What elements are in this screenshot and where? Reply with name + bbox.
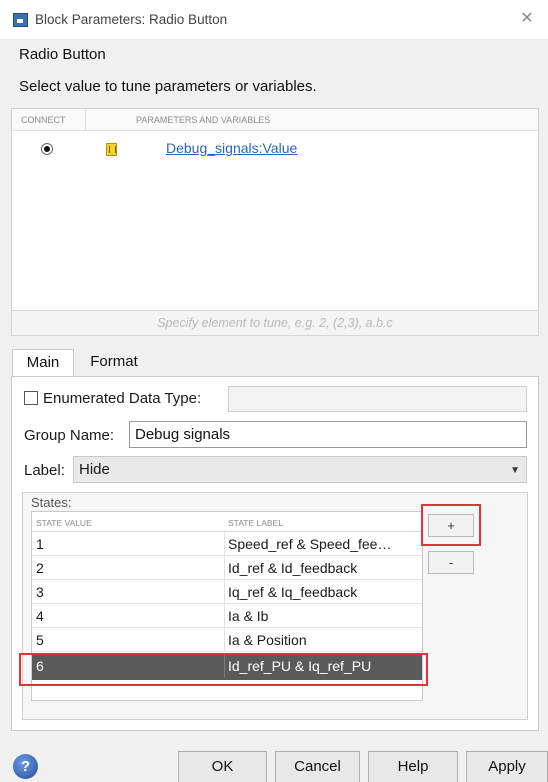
label-dropdown-value: Hide — [79, 461, 110, 478]
column-divider — [224, 580, 225, 604]
enumerated-data-type-field — [228, 386, 527, 412]
ok-button[interactable]: OK — [178, 751, 267, 782]
remove-state-button[interactable]: - — [428, 551, 474, 574]
group-name-label: Group Name: — [24, 427, 115, 444]
state-row[interactable]: 1 Speed_ref & Speed_fee… — [32, 532, 422, 556]
parameters-column-header: PARAMETERS AND VARIABLES — [136, 115, 271, 125]
parameters-list[interactable]: CONNECT PARAMETERS AND VARIABLES Debug_s… — [11, 108, 539, 311]
column-divider — [224, 532, 225, 556]
enumerated-data-type-label: Enumerated Data Type: — [43, 390, 202, 407]
title-bar: Block Parameters: Radio Button ✕ — [0, 0, 548, 40]
label-dropdown[interactable]: Hide ▼ — [73, 456, 527, 483]
label-label: Label: — [24, 462, 65, 479]
state-row[interactable]: 3 Iq_ref & Iq_feedback — [32, 580, 422, 604]
state-row[interactable]: 4 Ia & Ib — [32, 604, 422, 628]
simulink-app-icon — [13, 13, 28, 27]
apply-button[interactable]: Apply — [466, 751, 548, 782]
close-icon[interactable]: ✕ — [516, 8, 538, 30]
element-spec-input[interactable]: Specify element to tune, e.g. 2, (2,3), … — [11, 310, 539, 336]
column-divider — [224, 604, 225, 628]
state-value[interactable]: 2 — [36, 560, 44, 576]
column-divider — [224, 556, 225, 580]
state-row[interactable]: 2 Id_ref & Id_feedback — [32, 556, 422, 580]
help-icon[interactable]: ? — [13, 754, 38, 779]
column-divider — [85, 109, 86, 131]
enumerated-data-type-checkbox[interactable] — [24, 391, 38, 405]
state-value[interactable]: 3 — [36, 584, 44, 600]
highlight-add-button — [421, 504, 481, 546]
parameter-row[interactable]: Debug_signals:Value — [12, 135, 538, 161]
highlight-selected-row — [19, 653, 428, 686]
state-label[interactable]: Ia & Ib — [228, 608, 418, 624]
connect-column-header: CONNECT — [21, 115, 66, 125]
states-title: States: — [31, 495, 72, 510]
window-title: Block Parameters: Radio Button — [35, 12, 228, 27]
help-button[interactable]: Help — [368, 751, 458, 782]
parameters-list-header: CONNECT PARAMETERS AND VARIABLES — [12, 109, 538, 131]
state-value[interactable]: 5 — [36, 632, 44, 648]
column-divider — [224, 628, 225, 652]
state-value[interactable]: 4 — [36, 608, 44, 624]
state-label-column-header: STATE LABEL — [228, 518, 283, 528]
tab-main[interactable]: Main — [12, 349, 74, 377]
state-value-column-header: STATE VALUE — [36, 518, 92, 528]
parameter-link[interactable]: Debug_signals:Value — [166, 140, 297, 156]
group-name-input[interactable] — [129, 421, 527, 448]
block-name: Radio Button — [19, 46, 106, 63]
states-table-header: STATE VALUE STATE LABEL — [32, 512, 422, 532]
state-label[interactable]: Id_ref & Id_feedback — [228, 560, 418, 576]
dropdown-arrow-icon: ▼ — [510, 465, 520, 476]
instruction-text: Select value to tune parameters or varia… — [19, 78, 317, 95]
state-row[interactable]: 5 Ia & Position — [32, 628, 422, 652]
tab-format[interactable]: Format — [78, 349, 150, 377]
state-label[interactable]: Speed_ref & Speed_fee… — [228, 536, 418, 552]
state-label[interactable]: Iq_ref & Iq_feedback — [228, 584, 418, 600]
connect-radio-button[interactable] — [41, 143, 53, 155]
state-value[interactable]: 1 — [36, 536, 44, 552]
cancel-button[interactable]: Cancel — [275, 751, 360, 782]
state-label[interactable]: Ia & Position — [228, 632, 418, 648]
variable-icon — [106, 143, 117, 156]
